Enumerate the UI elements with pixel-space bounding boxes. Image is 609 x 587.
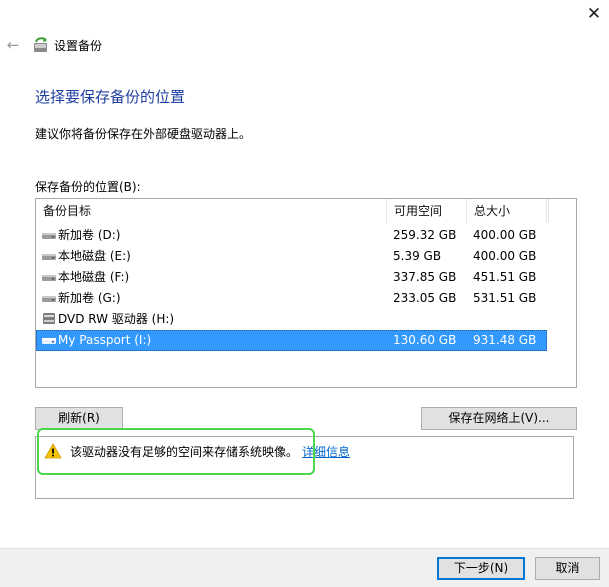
refresh-button[interactable]: 刷新(R): [35, 407, 123, 430]
close-button[interactable]: ✕: [580, 2, 608, 28]
drive-total-size: 531.51 GB: [473, 291, 537, 305]
window-title: 设置备份: [54, 39, 103, 53]
hard-drive-icon: [42, 275, 56, 281]
hard-drive-icon: [42, 254, 56, 260]
dvd-drive-icon: [43, 313, 55, 324]
drive-free-space: 337.85 GB: [393, 270, 457, 284]
save-on-network-button[interactable]: 保存在网络上(V)...: [421, 407, 577, 430]
column-header-free[interactable]: 可用空间: [387, 199, 467, 223]
next-button[interactable]: 下一步(N): [437, 557, 525, 580]
header-divider: [548, 199, 549, 223]
warning-message: 该驱动器没有足够的空间来存储系统映像。: [70, 445, 299, 459]
drive-name: My Passport (I:): [58, 333, 152, 347]
close-icon: ✕: [586, 4, 602, 24]
usb-drive-icon: [42, 338, 56, 344]
page-description: 建议你将备份保存在外部硬盘驱动器上。: [35, 127, 252, 141]
cancel-button[interactable]: 取消: [535, 557, 600, 580]
drive-name: 新加卷 (G:): [58, 291, 121, 305]
drive-total-size: 931.48 GB: [473, 333, 537, 347]
more-info-link[interactable]: 详细信息: [302, 443, 350, 460]
hard-drive-icon: [42, 296, 56, 302]
drive-total-size: 400.00 GB: [473, 228, 537, 242]
drive-row-g[interactable]: 新加卷 (G:) 233.05 GB 531.51 GB: [36, 288, 547, 309]
drive-free-space: 233.05 GB: [393, 291, 457, 305]
drive-name: 新加卷 (D:): [58, 228, 121, 242]
drive-free-space: 5.39 GB: [393, 249, 442, 263]
column-header-name[interactable]: 备份目标: [36, 199, 387, 223]
drive-total-size: 451.51 GB: [473, 270, 537, 284]
drive-row-d[interactable]: 新加卷 (D:) 259.32 GB 400.00 GB: [36, 225, 547, 246]
drive-free-space: 130.60 GB: [393, 333, 457, 347]
backup-destination-list[interactable]: 备份目标 可用空间 总大小 新加卷 (D:) 259.32 GB 400.00 …: [35, 198, 577, 388]
drive-total-size: 400.00 GB: [473, 249, 537, 263]
drive-name: 本地磁盘 (F:): [58, 270, 130, 284]
list-label: 保存备份的位置(B):: [35, 180, 141, 194]
drive-free-space: 259.32 GB: [393, 228, 457, 242]
column-header-total[interactable]: 总大小: [467, 199, 547, 223]
drive-name: DVD RW 驱动器 (H:): [58, 312, 175, 326]
drive-row-h[interactable]: DVD RW 驱动器 (H:): [36, 309, 547, 330]
back-arrow-icon: ←: [6, 36, 20, 54]
back-button[interactable]: ←: [4, 36, 22, 54]
backup-app-icon: [34, 37, 47, 52]
drive-name: 本地磁盘 (E:): [58, 249, 131, 263]
drive-row-f[interactable]: 本地磁盘 (F:) 337.85 GB 451.51 GB: [36, 267, 547, 288]
drive-row-e[interactable]: 本地磁盘 (E:) 5.39 GB 400.00 GB: [36, 246, 547, 267]
hard-drive-icon: [42, 233, 56, 239]
list-header: 备份目标 可用空间 总大小: [36, 199, 549, 223]
drive-row-i-selected[interactable]: My Passport (I:) 130.60 GB 931.48 GB: [36, 330, 547, 351]
warning-icon: [44, 443, 62, 459]
page-heading: 选择要保存备份的位置: [35, 88, 186, 106]
